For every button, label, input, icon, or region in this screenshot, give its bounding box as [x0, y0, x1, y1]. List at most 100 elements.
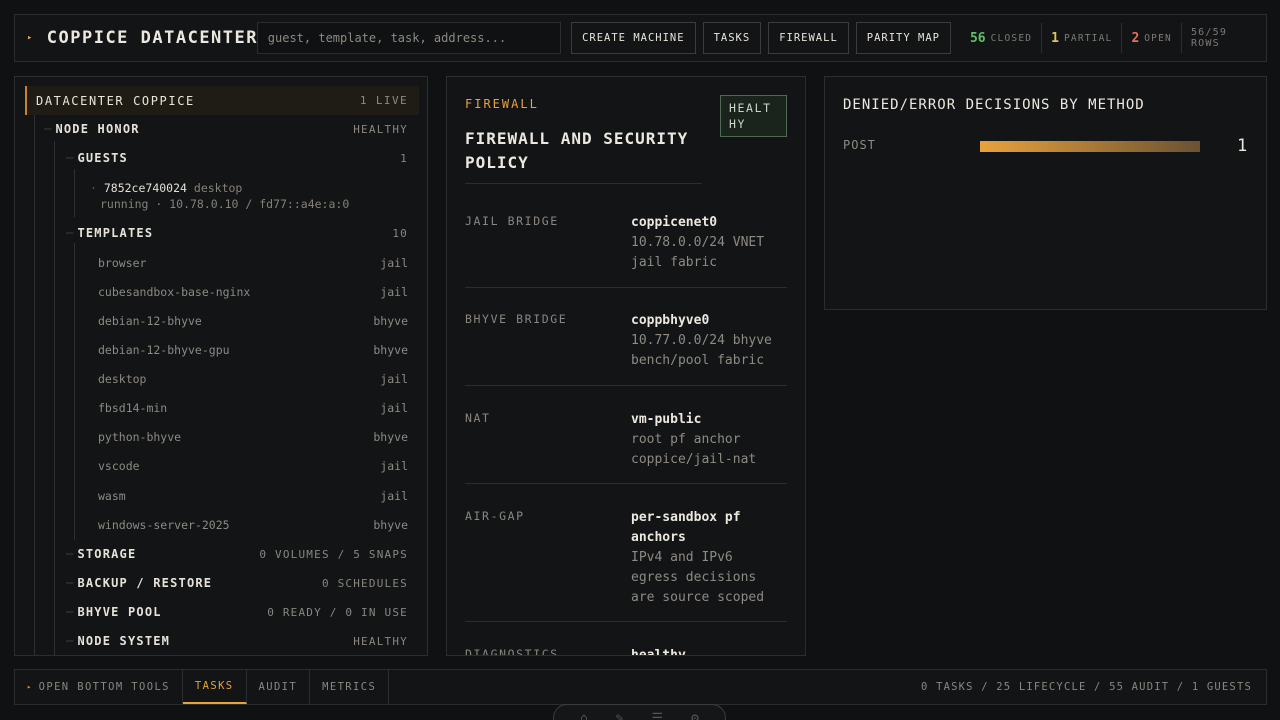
- policy-desc: 10.78.0.0/24 VNET jail fabric: [631, 235, 765, 270]
- tree-root-value: 1 LIVE: [359, 94, 408, 107]
- template-type: bhyve: [373, 430, 408, 444]
- template-type: bhyve: [373, 518, 408, 532]
- template-item[interactable]: debian-12-bhyve-gpu bhyve: [98, 341, 408, 359]
- divider: [465, 287, 787, 288]
- open-stat: 2 OPEN: [1121, 23, 1181, 53]
- tree-templates[interactable]: ─ TEMPLATES 10: [66, 223, 408, 243]
- top-bar: ▸ COPPICE DATACENTER CREATE MACHINE TASK…: [14, 14, 1267, 62]
- status-summary: 56 CLOSED 1 PARTIAL 2 OPEN 56/59 ROWS: [961, 14, 1266, 62]
- firewall-panel: FIREWALL FIREWALL AND SECURITY POLICY HE…: [446, 76, 806, 656]
- backup-label: BACKUP / RESTORE: [77, 576, 213, 590]
- tool-icon[interactable]: ✎: [616, 711, 624, 720]
- template-item[interactable]: browser jail: [98, 254, 408, 272]
- divider: [465, 385, 787, 386]
- closed-stat: 56 CLOSED: [961, 23, 1041, 53]
- open-count: 2: [1131, 30, 1140, 46]
- tree-guide-line: [74, 243, 75, 540]
- template-name: vscode: [98, 459, 140, 473]
- policy-key: NAT: [465, 411, 491, 425]
- bottom-summary: 0 TASKS / 25 LIFECYCLE / 55 AUDIT / 1 GU…: [921, 681, 1252, 693]
- template-item[interactable]: debian-12-bhyve bhyve: [98, 312, 408, 330]
- template-item[interactable]: windows-server-2025 bhyve: [98, 516, 408, 534]
- divider: [465, 183, 702, 184]
- templates-value: 10: [392, 226, 408, 240]
- partial-stat: 1 PARTIAL: [1041, 23, 1121, 53]
- template-type: bhyve: [373, 314, 408, 328]
- panel-title: FIREWALL AND SECURITY POLICY: [465, 129, 689, 172]
- guest-item[interactable]: · 7852ce740024 desktop: [90, 181, 242, 195]
- policy-desc: root pf anchor coppice/jail-nat: [631, 432, 757, 467]
- tree-storage[interactable]: ─ STORAGE 0 VOLUMES / 5 SNAPS: [66, 544, 408, 564]
- guests-value: 1: [400, 151, 408, 165]
- tree-node-system[interactable]: ─ NODE SYSTEM HEALTHY: [66, 631, 408, 651]
- firewall-button[interactable]: FIREWALL: [768, 22, 849, 54]
- template-item[interactable]: cubesandbox-base-nginx jail: [98, 283, 408, 301]
- expand-arrow-icon: ▸: [27, 683, 33, 691]
- create-machine-button[interactable]: CREATE MACHINE: [571, 22, 696, 54]
- tab-audit[interactable]: AUDIT: [247, 670, 311, 704]
- policy-key: JAIL BRIDGE: [465, 214, 559, 228]
- bar-value-label: 1: [1237, 136, 1248, 156]
- tree-root-label: DATACENTER COPPICE: [36, 93, 195, 108]
- policy-name: vm-public: [631, 412, 702, 427]
- parity-map-button[interactable]: PARITY MAP: [855, 22, 951, 54]
- guest-detail: running · 10.78.0.10 / fd77::a4e:a:0: [100, 197, 350, 211]
- tree-guide-line: [74, 169, 75, 217]
- template-type: jail: [380, 401, 408, 415]
- template-item[interactable]: vscode jail: [98, 457, 408, 475]
- system-label: NODE SYSTEM: [77, 634, 171, 648]
- search-input[interactable]: [256, 22, 562, 54]
- template-name: debian-12-bhyve: [98, 314, 202, 328]
- app-title: COPPICE DATACENTER: [46, 28, 258, 48]
- policy-desc: IPv4 and IPv6 egress decisions are sourc…: [631, 550, 765, 605]
- template-name: windows-server-2025: [98, 518, 230, 532]
- gear-icon[interactable]: ⚙: [691, 711, 699, 720]
- storage-label: STORAGE: [77, 547, 137, 561]
- tab-tasks[interactable]: TASKS: [182, 670, 247, 704]
- panel-kicker: FIREWALL: [465, 97, 539, 111]
- storage-value: 0 VOLUMES / 5 SNAPS: [259, 547, 408, 561]
- template-name: cubesandbox-base-nginx: [98, 285, 251, 299]
- tree-node-honor[interactable]: ─ NODE HONOR HEALTHY: [44, 119, 408, 139]
- chart-title: DENIED/ERROR DECISIONS BY METHOD: [843, 97, 1145, 113]
- collapse-arrow-icon[interactable]: ▸: [27, 33, 39, 43]
- template-name: browser: [98, 256, 147, 270]
- template-item[interactable]: fbsd14-min jail: [98, 399, 408, 417]
- template-type: jail: [380, 256, 408, 270]
- tasks-button[interactable]: TASKS: [702, 22, 762, 54]
- policy-name: coppbhyve0: [631, 313, 710, 328]
- template-item[interactable]: python-bhyve bhyve: [98, 428, 408, 446]
- template-type: jail: [380, 459, 408, 473]
- dock: ⌂ ✎ ☰ ⚙: [553, 704, 726, 720]
- template-name: python-bhyve: [98, 430, 182, 444]
- template-type: bhyve: [373, 343, 408, 357]
- partial-label: PARTIAL: [1064, 32, 1113, 44]
- template-type: jail: [380, 372, 408, 386]
- rows-stat: 56/59 ROWS: [1180, 23, 1266, 53]
- bottom-toolbar: ▸ OPEN BOTTOM TOOLS TASKS AUDIT METRICS …: [14, 669, 1267, 705]
- closed-label: CLOSED: [990, 32, 1033, 44]
- divider: [465, 621, 787, 622]
- template-item[interactable]: desktop jail: [98, 370, 408, 388]
- tab-metrics[interactable]: METRICS: [310, 670, 390, 704]
- guest-id: 7852ce740024: [103, 181, 187, 195]
- open-bottom-tools-button[interactable]: ▸ OPEN BOTTOM TOOLS: [15, 670, 183, 704]
- guests-label: GUESTS: [77, 151, 128, 165]
- policy-key: BHYVE BRIDGE: [465, 312, 568, 326]
- tree-root-datacenter[interactable]: DATACENTER COPPICE 1 LIVE: [25, 86, 419, 115]
- tree-backup-restore[interactable]: ─ BACKUP / RESTORE 0 SCHEDULES: [66, 573, 408, 593]
- policy-name: healthy: [631, 648, 686, 656]
- policy-name: coppicenet0: [631, 215, 718, 230]
- tree-guests[interactable]: ─ GUESTS 1: [66, 148, 408, 168]
- menu-icon[interactable]: ☰: [652, 711, 664, 720]
- tree-bhyve-pool[interactable]: ─ BHYVE POOL 0 READY / 0 IN USE: [66, 602, 408, 622]
- terminal-icon[interactable]: ⌂: [580, 711, 588, 720]
- policy-key: AIR-GAP: [465, 509, 525, 523]
- templates-label: TEMPLATES: [77, 226, 154, 240]
- node-value: HEALTHY: [353, 122, 408, 136]
- template-name: desktop: [98, 372, 147, 386]
- guest-kind: desktop: [193, 181, 243, 195]
- template-item[interactable]: wasm jail: [98, 487, 408, 505]
- policy-key: DIAGNOSTICS: [465, 647, 559, 656]
- partial-count: 1: [1051, 30, 1059, 46]
